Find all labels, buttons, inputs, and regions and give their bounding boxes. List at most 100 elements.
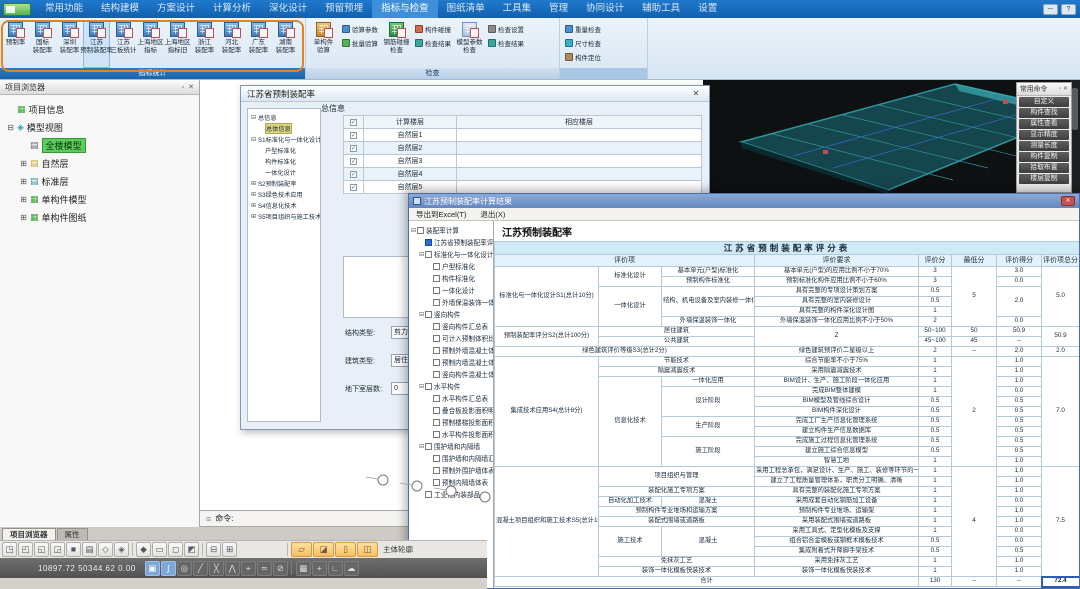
button-检查结果[interactable]: 检查结果: [415, 38, 451, 48]
window-title-bar[interactable]: 江苏预制装配率计算结果 ✕: [409, 194, 1079, 208]
floor-cell[interactable]: 自然层5: [364, 181, 457, 194]
dialog-tree-S4信息化技术[interactable]: ⊞S4信息化技术: [248, 200, 320, 211]
report-tree-预制内墙混凝土体积[interactable]: 预制内墙混凝土体积: [409, 356, 493, 368]
report-tree-水平构件汇总表[interactable]: 水平构件汇总表: [409, 392, 493, 404]
tab-图纸清单[interactable]: 图纸清单: [438, 0, 494, 18]
checkbox-icon[interactable]: ✓: [350, 119, 357, 126]
checkbox-icon[interactable]: [433, 419, 440, 426]
tab-结构建模[interactable]: 结构建模: [92, 0, 148, 18]
dialog-tree-S2预制装配率[interactable]: ⊞S2预制装配率: [248, 178, 320, 189]
expander-icon[interactable]: ⊟: [418, 311, 425, 318]
pin-icon[interactable]: ▫: [1059, 83, 1061, 95]
report-tree-水平构件[interactable]: ⊟水平构件: [409, 380, 493, 392]
button-河北装配率[interactable]: 河北装配率: [218, 20, 245, 68]
expander-icon[interactable]: ⊞: [250, 180, 257, 187]
bottom-tab-属性[interactable]: 属性: [57, 528, 88, 540]
button-检查结果[interactable]: 检查结果: [488, 38, 524, 48]
tab-工具集[interactable]: 工具集: [494, 0, 541, 18]
expander-icon[interactable]: ⊞: [19, 213, 28, 222]
spline-snap-icon[interactable]: ∫: [161, 561, 176, 576]
expander-icon[interactable]: ⊟: [250, 136, 257, 143]
report-tree-叠合板投影面积明细[interactable]: 叠合板投影面积明细: [409, 404, 493, 416]
endpoint-snap-icon[interactable]: ⋀: [225, 561, 240, 576]
minimize-button[interactable]: ─: [1043, 4, 1058, 15]
tab-计算分析[interactable]: 计算分析: [204, 0, 260, 18]
tab-辅助工具[interactable]: 辅助工具: [633, 0, 689, 18]
floor-cell[interactable]: 自然层1: [364, 129, 457, 142]
checkbox-icon[interactable]: [433, 431, 440, 438]
button-江苏三板统计[interactable]: 江苏三板统计: [110, 20, 137, 68]
shaded-mode-icon[interactable]: ◪: [313, 542, 334, 557]
view-ne-iso-icon[interactable]: ◱: [34, 542, 49, 557]
button-构件碰撞[interactable]: 构件碰撞: [415, 24, 451, 34]
zoom-window-icon[interactable]: ▭: [152, 542, 167, 557]
floor-cell[interactable]: 自然层3: [364, 155, 457, 168]
report-tree-水平构件投影面积[interactable]: 水平构件投影面积: [409, 428, 493, 440]
view-front-icon[interactable]: ▤: [82, 542, 97, 557]
bottom-tab-项目浏览器[interactable]: 项目浏览器: [2, 528, 56, 540]
command-楼层复制[interactable]: 楼层复制: [1019, 174, 1069, 184]
parallel-snap-icon[interactable]: ≃: [257, 561, 272, 576]
crosshair-icon[interactable]: +: [312, 561, 327, 576]
button-重量检查[interactable]: 重量检查: [565, 24, 601, 34]
button-江苏预制装配率[interactable]: 江苏预制装配率: [83, 20, 110, 68]
expander-icon[interactable]: ⊞: [19, 177, 28, 186]
report-tree-户型标准化[interactable]: 户型标准化: [409, 260, 493, 272]
tab-预留预埋[interactable]: 预留预埋: [316, 0, 372, 18]
checkbox-icon[interactable]: ✓: [350, 171, 357, 178]
rel-floor-cell[interactable]: [457, 168, 702, 181]
button-检查设置[interactable]: 检查设置: [488, 24, 524, 34]
close-icon[interactable]: ✕: [1061, 196, 1075, 206]
checkbox-icon[interactable]: [433, 359, 440, 366]
view-iso-icon[interactable]: ◇: [98, 542, 113, 557]
rel-floor-cell[interactable]: [457, 155, 702, 168]
dialog-tree-S5项目组织与施工技术[interactable]: ⊞S5项目组织与施工技术: [248, 211, 320, 222]
hidden-line-mode-icon[interactable]: ▯: [335, 542, 356, 557]
snap-off-icon[interactable]: ⊘: [273, 561, 288, 576]
checkbox-icon[interactable]: [425, 443, 432, 450]
dialog-tree-S1标准化与一体化设计[interactable]: ⊟S1标准化与一体化设计: [248, 134, 320, 145]
button-钢筋碰撞检查[interactable]: 钢筋碰撞检查: [381, 20, 412, 68]
help-button[interactable]: ?: [1061, 4, 1076, 15]
report-tree-围护墙和内隔墙[interactable]: ⊟围护墙和内隔墙: [409, 440, 493, 452]
tree-item-模型视图[interactable]: ⊟◈模型视图: [0, 118, 199, 136]
point-cloud-icon[interactable]: ☁: [344, 561, 359, 576]
button-模型参数检查[interactable]: 模型参数检查: [454, 20, 485, 68]
menu-export-excel[interactable]: 导出到Excel(T): [416, 208, 466, 220]
button-浙江装配率[interactable]: 浙江装配率: [191, 20, 218, 68]
tree-item-标准层[interactable]: ⊞▤标准层: [0, 172, 199, 190]
expander-icon[interactable]: ⊟: [410, 227, 417, 234]
tab-方案设计[interactable]: 方案设计: [148, 0, 204, 18]
expander-icon[interactable]: ⊞: [250, 213, 257, 220]
section-box-icon[interactable]: ⊟: [206, 542, 221, 557]
checkbox-icon[interactable]: ✓: [350, 132, 357, 139]
scrollbar-thumb[interactable]: [1072, 88, 1078, 130]
menu-exit[interactable]: 退出(X): [480, 208, 505, 220]
command-构件复制[interactable]: 构件复制: [1019, 152, 1069, 162]
button-验算参数[interactable]: 验算参数: [342, 24, 378, 34]
nearest-snap-icon[interactable]: ╱: [193, 561, 208, 576]
expander-icon[interactable]: ⊞: [250, 191, 257, 198]
command-属性查看[interactable]: 属性查看: [1019, 119, 1069, 129]
dialog-tree-一体化设计[interactable]: 一体化设计: [248, 167, 320, 178]
button-深圳装配率[interactable]: 深圳装配率: [56, 20, 83, 68]
dialog-tree-S3绿色技术应用[interactable]: ⊞S3绿色技术应用: [248, 189, 320, 200]
button-批量验算[interactable]: 批量验算: [342, 38, 378, 48]
checkbox-icon[interactable]: [433, 263, 440, 270]
tab-指标与检查[interactable]: 指标与检查: [372, 0, 438, 18]
report-tree-预制外墙混凝土体积[interactable]: 预制外墙混凝土体积: [409, 344, 493, 356]
checkbox-icon[interactable]: [425, 383, 432, 390]
checkbox-icon[interactable]: [433, 299, 440, 306]
command-console[interactable]: ≡ 命令:: [200, 510, 408, 527]
expander-icon[interactable]: ⊟: [418, 251, 425, 258]
command-构件查找[interactable]: 构件查找: [1019, 108, 1069, 118]
report-tree-构件标准化[interactable]: 构件标准化: [409, 272, 493, 284]
pan-icon[interactable]: ◆: [136, 542, 151, 557]
pick-box-icon[interactable]: ▣: [145, 561, 160, 576]
checkbox-icon[interactable]: ✓: [350, 184, 357, 191]
dialog-tree-总体信息[interactable]: 总体信息: [248, 123, 320, 134]
checkbox-icon[interactable]: ✓: [350, 145, 357, 152]
view-top-icon[interactable]: ■: [66, 542, 81, 557]
view-sw-iso-icon[interactable]: ◳: [2, 542, 17, 557]
command-显示精度[interactable]: 显示精度: [1019, 130, 1069, 140]
